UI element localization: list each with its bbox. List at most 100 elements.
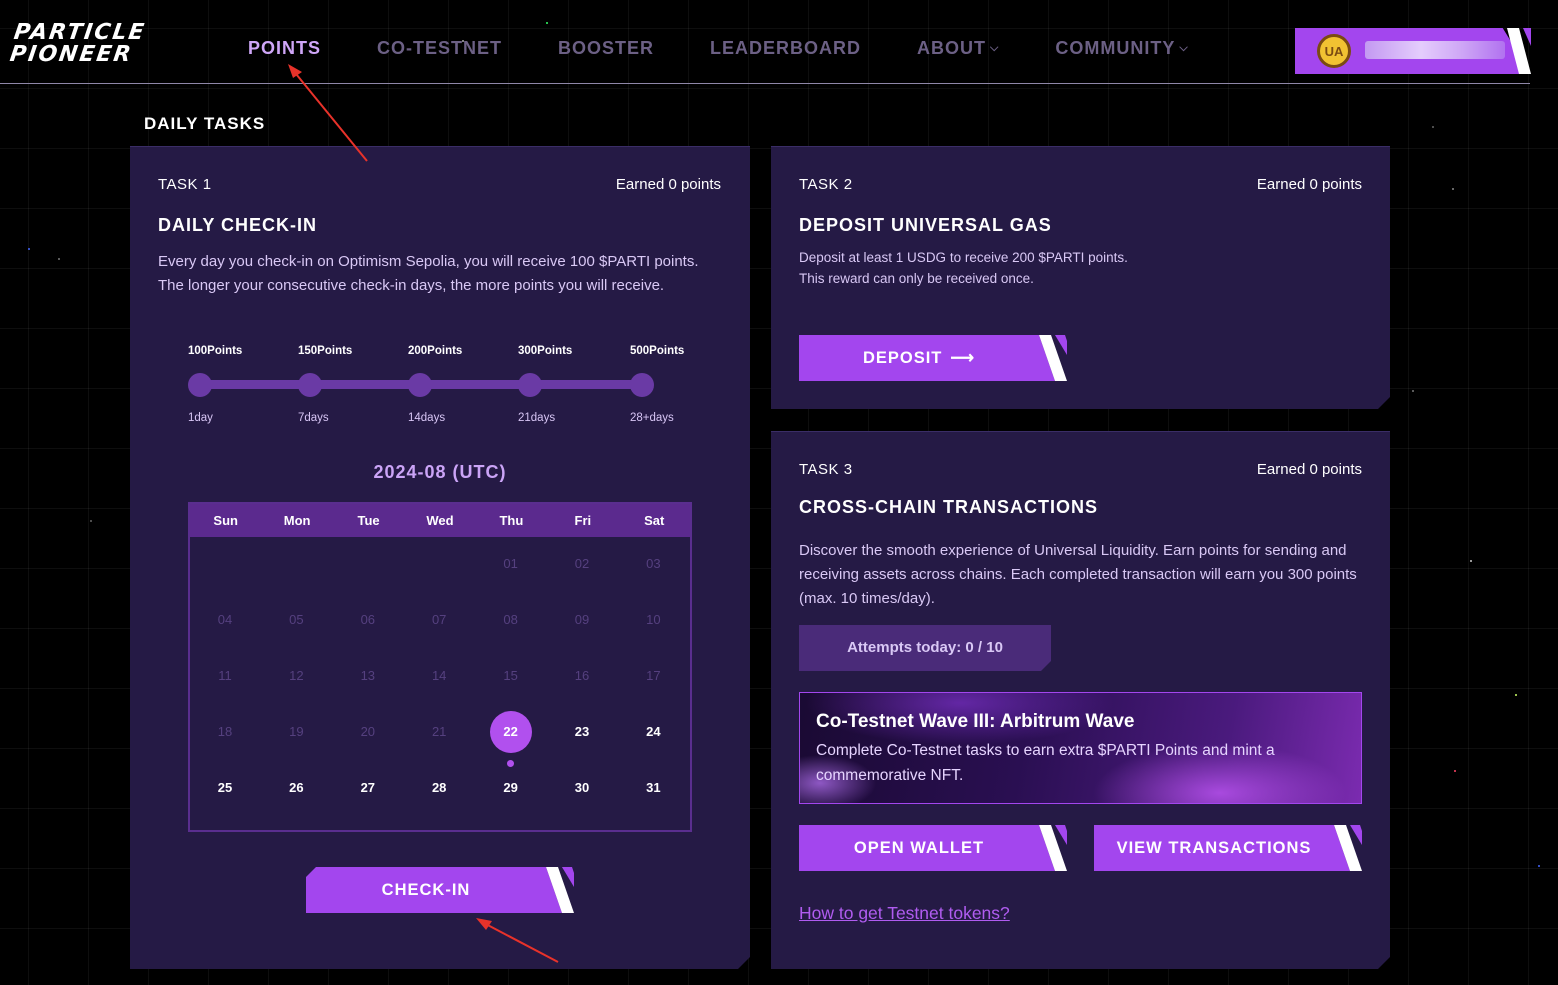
weekday-label: Sat	[644, 513, 665, 528]
calendar-day: 19	[289, 724, 304, 739]
open-wallet-button[interactable]: OPEN WALLET	[799, 825, 1067, 871]
star-decoration	[1454, 770, 1456, 772]
star-decoration	[1432, 126, 1434, 128]
testnet-tokens-help-link[interactable]: How to get Testnet tokens?	[799, 903, 1010, 924]
open-wallet-label: OPEN WALLET	[853, 839, 985, 857]
calendar-day: 02	[574, 556, 590, 571]
milestone-points: 200Points	[408, 345, 463, 357]
milestone-points: 150Points	[298, 345, 353, 357]
chevron-down-icon: ⌵	[1179, 42, 1189, 54]
calendar-day: 18	[217, 724, 233, 739]
deposit-button-label: DEPOSIT ⟶	[799, 335, 1039, 381]
star-decoration	[546, 22, 548, 24]
task2-title: DEPOSIT UNIVERSAL GAS	[799, 215, 1052, 235]
co-testnet-banner[interactable]: Co-Testnet Wave III: Arbitrum Wave Compl…	[799, 692, 1362, 804]
weekday-label: Tue	[357, 513, 380, 528]
calendar-day: 26	[289, 780, 304, 795]
milestone-dot	[188, 373, 212, 397]
user-avatar: UA	[1317, 34, 1351, 68]
weekday-label: Sun	[213, 513, 238, 528]
card-edge	[771, 146, 1390, 147]
checkin-button[interactable]: CHECK-IN	[306, 867, 574, 913]
nav-community[interactable]: COMMUNITY ⌵	[1055, 38, 1188, 59]
calendar-day: 01	[503, 556, 518, 571]
chevron-down-icon: ⌵	[990, 42, 1000, 54]
calendar-day: 05	[289, 612, 304, 627]
calendar-day: 13	[360, 668, 376, 683]
slash-decoration	[1507, 28, 1531, 74]
nav-booster[interactable]: BOOSTER	[558, 38, 654, 59]
task1-label: TASK 1	[158, 176, 212, 193]
today-indicator-dot	[507, 760, 515, 767]
slash-decoration	[1039, 825, 1067, 871]
nav-about[interactable]: ABOUT ⌵	[917, 38, 999, 59]
calendar-day: 03	[646, 556, 661, 571]
star-decoration	[1412, 390, 1414, 392]
weekday-label: Thu	[499, 513, 524, 528]
section-title: DAILY TASKS	[144, 114, 266, 133]
milestone-days: 7days	[298, 412, 329, 424]
milestone-dot	[408, 373, 432, 397]
task2-label: TASK 2	[799, 176, 853, 193]
arrow-right-icon: ⟶	[950, 349, 976, 367]
calendar-day: 16	[574, 668, 590, 683]
calendar-day: 23	[574, 724, 590, 739]
brand-logo[interactable]: PARTICLE PIONEER	[8, 20, 190, 68]
calendar-day: 24	[646, 724, 661, 739]
calendar-weekdays: Sun Mon Tue Wed Thu Fri Sat	[190, 504, 690, 537]
deposit-button[interactable]: DEPOSIT ⟶	[799, 335, 1067, 381]
nav-divider	[0, 83, 1530, 84]
slash-decoration	[1334, 825, 1362, 871]
calendar-day: 10	[646, 612, 661, 627]
calendar-day: 06	[360, 612, 376, 627]
calendar-day: 21	[431, 724, 447, 739]
calendar-day: 27	[360, 780, 376, 795]
calendar-day: 14	[431, 668, 447, 683]
brand-line-2: PIONEER	[8, 42, 135, 67]
calendar-day: 20	[360, 724, 376, 739]
nav-about-label: ABOUT	[917, 38, 987, 58]
view-transactions-label: VIEW TRANSACTIONS	[1116, 839, 1312, 857]
calendar-day: 29	[503, 780, 518, 795]
star-decoration	[58, 258, 60, 260]
slash-decoration	[546, 867, 574, 913]
task1-earned: Earned 0 points	[615, 176, 721, 193]
user-name-redacted	[1365, 41, 1505, 59]
task2-earned: Earned 0 points	[1256, 176, 1362, 193]
task3-description: Discover the smooth experience of Univer…	[799, 542, 1357, 607]
calendar-day: 04	[217, 612, 233, 627]
calendar-day: 25	[217, 780, 233, 795]
weekday-label: Mon	[283, 513, 311, 528]
attempts-text: Attempts today: 0 / 10	[847, 639, 1003, 656]
nav-co-testnet-label: CO-TESTNET	[377, 38, 503, 58]
checkin-button-label: CHECK-IN	[381, 881, 471, 899]
checkin-calendar: Sun Mon Tue Wed Thu Fri Sat 01 02 03 04 05 06…	[188, 502, 692, 832]
nav-leaderboard[interactable]: LEADERBOARD	[710, 38, 861, 59]
user-account-button[interactable]: UA	[1295, 28, 1531, 74]
task1-title: DAILY CHECK-IN	[158, 215, 318, 235]
nav-leaderboard-label: LEADERBOARD	[710, 38, 862, 58]
attempts-counter: Attempts today: 0 / 10	[799, 625, 1051, 671]
nav-points[interactable]: POINTS	[248, 38, 321, 59]
calendar-day: 12	[289, 668, 304, 683]
deposit-label-text: DEPOSIT	[862, 349, 943, 367]
main-nav: POINTS CO-TESTNET BOOSTER LEADERBOARD AB…	[248, 38, 1245, 59]
milestone-points: 300Points	[518, 345, 573, 357]
calendar-day: 30	[574, 780, 590, 795]
nav-co-testnet[interactable]: CO-TESTNET	[377, 38, 502, 59]
milestone-dot	[518, 373, 542, 397]
calendar-title: 2024-08 (UTC)	[373, 462, 507, 482]
task2-description-line-1: Deposit at least 1 USDG to receive 200 $…	[799, 250, 1128, 265]
view-transactions-button[interactable]: VIEW TRANSACTIONS	[1094, 825, 1362, 871]
nav-points-label: POINTS	[248, 38, 322, 58]
calendar-day: 08	[503, 612, 518, 627]
banner-text: Complete Co-Testnet tasks to earn extra …	[816, 742, 1275, 784]
milestone-days: 21days	[518, 412, 556, 424]
card-edge	[771, 431, 1390, 432]
star-decoration	[1452, 188, 1454, 190]
calendar-day: 15	[503, 668, 518, 683]
calendar-day: 22	[489, 711, 532, 753]
milestone-dot	[630, 373, 654, 397]
calendar-day: 28	[431, 780, 447, 795]
banner-title: Co-Testnet Wave III: Arbitrum Wave	[816, 711, 1135, 732]
